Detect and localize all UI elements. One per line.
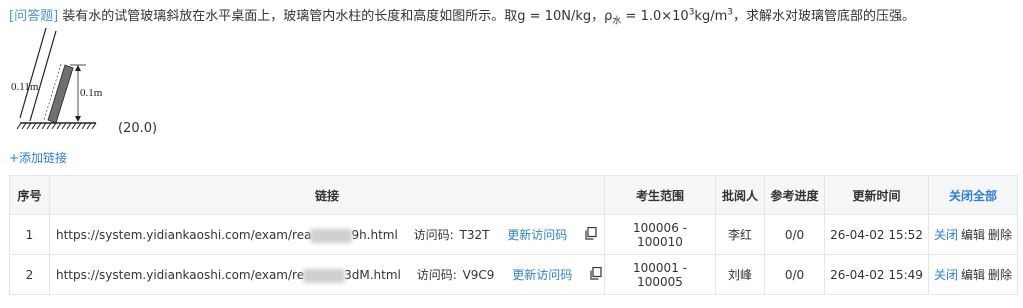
progress: 0/0 <box>764 214 825 255</box>
access-code: T32T <box>459 228 490 242</box>
exam-range: 100001 - 100005 <box>604 254 716 295</box>
row-index: 1 <box>9 214 50 255</box>
test-tube-figure: 0.11m 0.1m <box>11 28 103 130</box>
refresh-code-button[interactable]: 更新访问码 <box>512 268 572 282</box>
figure-height-label: 0.1m <box>80 87 103 99</box>
exam-range: 100006 - 100010 <box>604 214 716 255</box>
access-code: V9C9 <box>462 268 495 282</box>
close-button[interactable]: 关闭 <box>934 268 958 282</box>
updated-time: 26-04-02 15:49 <box>824 254 929 295</box>
delete-button[interactable]: 删除 <box>988 268 1012 282</box>
question-text-d: ，求解水对玻璃管底部的压强。 <box>732 9 915 24</box>
question-text-c: kg/m <box>694 9 728 24</box>
copy-icon[interactable] <box>585 226 597 243</box>
edit-button[interactable]: 编辑 <box>961 228 985 242</box>
question-text-b: = 1.0×10 <box>621 9 689 24</box>
updated-time: 26-04-02 15:52 <box>824 214 929 255</box>
close-button[interactable]: 关闭 <box>934 228 958 242</box>
question-text-a: 装有水的试管玻璃斜放在水平桌面上，玻璃管内水柱的长度和高度如图所示。取g = 1… <box>62 9 613 24</box>
copy-icon[interactable] <box>590 266 602 283</box>
table-header-row: 序号 链接 考生范围 批阅人 参考进度 更新时间 关闭全部 <box>9 175 1018 215</box>
row-index: 2 <box>9 254 50 295</box>
header-progress: 参考进度 <box>764 175 825 215</box>
link-cell: https://system.yidiankaoshi.com/exam/re 3… <box>49 254 605 295</box>
edit-button[interactable]: 编辑 <box>961 268 985 282</box>
header-reviewer: 批阅人 <box>715 175 765 215</box>
delete-button[interactable]: 删除 <box>988 228 1012 242</box>
access-code-label: 访问码: <box>416 268 457 282</box>
close-all-button[interactable]: 关闭全部 <box>928 175 1018 215</box>
header-updated: 更新时间 <box>824 175 929 215</box>
reviewer: 刘峰 <box>715 254 765 295</box>
question-type-tag: [问答题] <box>9 9 59 24</box>
question-text: [问答题] 装有水的试管玻璃斜放在水平桌面上，玻璃管内水柱的长度和高度如图所示。… <box>9 8 915 26</box>
table-row: 2 https://system.yidiankaoshi.com/exam/r… <box>9 254 1018 295</box>
link-url[interactable]: https://system.yidiankaoshi.com/exam/re 3… <box>56 268 401 283</box>
question-score: (20.0) <box>118 121 158 136</box>
progress: 0/0 <box>764 254 825 295</box>
actions-cell: 关闭 编辑 删除 <box>928 214 1018 255</box>
header-range: 考生范围 <box>604 175 716 215</box>
add-link-button[interactable]: +添加链接 <box>9 149 67 166</box>
figure-length-label: 0.11m <box>11 81 39 93</box>
reviewer: 李红 <box>715 214 765 255</box>
actions-cell: 关闭 编辑 删除 <box>928 254 1018 295</box>
header-link: 链接 <box>49 175 605 215</box>
table-row: 1 https://system.yidiankaoshi.com/exam/r… <box>9 214 1018 255</box>
link-cell: https://system.yidiankaoshi.com/exam/rea… <box>49 214 605 255</box>
header-index: 序号 <box>9 175 50 215</box>
link-url[interactable]: https://system.yidiankaoshi.com/exam/rea… <box>56 228 398 243</box>
links-table: 序号 链接 考生范围 批阅人 参考进度 更新时间 关闭全部 1 https://… <box>9 175 1018 295</box>
refresh-code-button[interactable]: 更新访问码 <box>507 228 567 242</box>
access-code-label: 访问码: <box>413 228 454 242</box>
